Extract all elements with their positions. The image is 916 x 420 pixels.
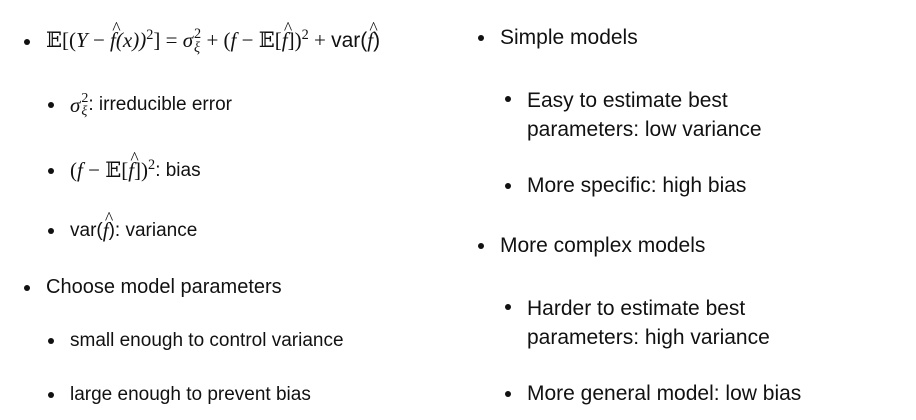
formula-part: [ — [121, 158, 129, 182]
formula-part: σ — [182, 28, 194, 53]
simple-models-label: Simple models — [500, 26, 638, 49]
bias-label: : bias — [155, 159, 201, 181]
formula-part: + ( — [201, 28, 231, 53]
more-general-item: More general model: low bias — [505, 382, 801, 406]
formula-part: var( — [70, 219, 103, 241]
bullet — [48, 338, 54, 344]
formula-part: f — [128, 148, 138, 183]
formula-part: f — [103, 208, 113, 243]
formula-part: + — [308, 28, 332, 53]
formula-part: ( — [70, 158, 77, 182]
bullet — [505, 183, 511, 189]
more-general-label: More general model: low bias — [527, 382, 802, 405]
formula-part: 2 — [146, 27, 154, 44]
formula-part: 𝔼 — [258, 28, 275, 53]
bullet — [24, 38, 30, 45]
irreducible-error-item: σ2ξ: irreducible error — [48, 91, 232, 120]
bullet — [48, 167, 54, 174]
formula-part: 2 — [148, 157, 156, 174]
easy-estimate-item: Easy to estimate best parameters: low va… — [505, 86, 762, 144]
sigma-symbol: σ — [70, 92, 81, 117]
bullet — [505, 96, 511, 102]
bullet — [48, 102, 54, 109]
bullet — [478, 35, 484, 41]
formula-part: f — [110, 18, 120, 53]
more-specific-item: More specific: high bias — [505, 174, 746, 198]
formula-part: 2ξ — [81, 91, 89, 120]
bias-variance-formula: 𝔼[(Y − f(x))2] = σ2ξ + (f − 𝔼[f])2 + var… — [46, 18, 380, 55]
small-enough-item: small enough to control variance — [48, 330, 344, 352]
harder-estimate-text: Harder to estimate best parameters: high… — [527, 294, 770, 352]
expectation-symbol: 𝔼 — [46, 28, 63, 53]
formula-part: [ — [274, 28, 282, 53]
harder-estimate-item: Harder to estimate best parameters: high… — [505, 294, 770, 352]
bullet — [505, 391, 511, 397]
formula-part: f — [367, 18, 377, 53]
choose-parameters-label: Choose model parameters — [46, 276, 282, 298]
bullet — [478, 243, 484, 249]
formula-part: − — [87, 28, 111, 53]
formula-bullet-item: 𝔼[(Y − f(x))2] = σ2ξ + (f − 𝔼[f])2 + var… — [24, 18, 380, 55]
formula-part: − — [82, 158, 106, 182]
harder-estimate-line-1: Harder to estimate best — [527, 297, 746, 320]
formula-part: f — [282, 18, 292, 53]
large-enough-label: large enough to prevent bias — [70, 384, 311, 405]
formula-part: 2 — [301, 27, 309, 44]
harder-estimate-line-2: parameters: high variance — [527, 326, 770, 349]
bullet — [48, 392, 54, 398]
more-specific-label: More specific: high bias — [527, 174, 747, 197]
simple-models-item: Simple models — [478, 26, 638, 50]
complex-models-label: More complex models — [500, 234, 706, 257]
bias-formula: (f − 𝔼[f])2 — [70, 148, 156, 183]
easy-estimate-line-2: parameters: low variance — [527, 118, 762, 141]
bullet — [48, 227, 54, 234]
formula-part: [( — [62, 28, 77, 53]
choose-parameters-item: Choose model parameters — [24, 276, 282, 299]
irreducible-error-label: : irreducible error — [88, 94, 232, 116]
variance-label: : variance — [114, 219, 198, 241]
formula-part: 𝔼 — [105, 158, 122, 182]
bias-item: (f − 𝔼[f])2: bias — [48, 148, 201, 183]
bullet — [24, 284, 30, 291]
bullet — [505, 304, 511, 310]
formula-part: 2 — [81, 91, 89, 106]
formula-part: ] = — [153, 28, 183, 53]
easy-estimate-line-1: Easy to estimate best — [527, 89, 728, 112]
small-enough-label: small enough to control variance — [70, 330, 344, 351]
large-enough-item: large enough to prevent bias — [48, 384, 311, 406]
formula-part: Y — [76, 28, 88, 53]
formula-part: var( — [331, 29, 368, 53]
easy-estimate-text: Easy to estimate best parameters: low va… — [527, 86, 762, 144]
complex-models-item: More complex models — [478, 234, 705, 258]
variance-item: var(f): variance — [48, 208, 198, 243]
formula-part: − — [236, 28, 259, 53]
formula-part: ξ — [81, 104, 88, 120]
